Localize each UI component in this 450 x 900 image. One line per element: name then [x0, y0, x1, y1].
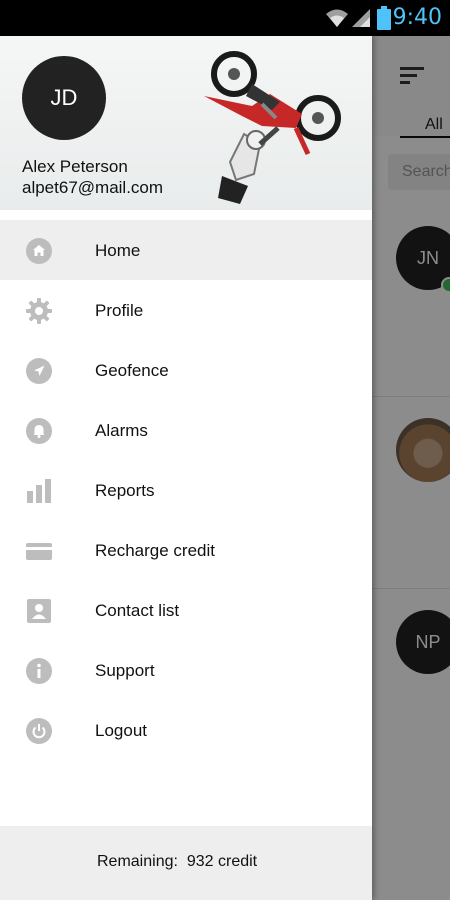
menu-label: Logout	[95, 721, 147, 740]
motocross-rider-image	[204, 51, 341, 204]
bell-icon	[26, 418, 52, 444]
menu-label: Alarms	[95, 421, 148, 440]
credit-amount: 932	[186, 853, 214, 870]
user-name: Alex Peterson	[22, 157, 128, 176]
menu-item-geofence[interactable]: Geofence	[0, 340, 372, 400]
menu-item-profile[interactable]: Profile	[0, 280, 372, 340]
drawer-header: JD Alex Peterson alpet67@mail.com	[0, 36, 372, 210]
info-icon	[26, 658, 52, 684]
menu-item-contact-list[interactable]: Contact list	[0, 580, 372, 640]
menu-label: Recharge credit	[95, 541, 216, 560]
user-email: alpet67@mail.com	[22, 178, 164, 197]
status-bar: 9:40	[0, 0, 450, 36]
menu-label: Contact list	[95, 601, 180, 620]
menu-item-recharge-credit[interactable]: Recharge credit	[0, 520, 372, 580]
credit-footer: Remaining: 932 credit	[0, 826, 372, 900]
menu-item-alarms[interactable]: Alarms	[0, 400, 372, 460]
menu-item-home[interactable]: Home	[0, 220, 372, 280]
power-icon	[26, 718, 52, 744]
menu-item-logout[interactable]: Logout	[0, 700, 372, 760]
battery-icon	[377, 6, 391, 30]
signal-icon	[352, 9, 370, 27]
clock: 9:40	[392, 5, 442, 30]
remaining-label: Remaining:	[97, 853, 178, 870]
credit-unit: credit	[217, 853, 258, 870]
menu-label: Profile	[95, 301, 144, 320]
contact-card-icon	[27, 599, 51, 623]
remaining-credit-text: Remaining: 932 credit	[97, 853, 257, 871]
credit-card-icon	[26, 543, 52, 560]
menu-label: Geofence	[95, 361, 169, 380]
navigation-icon	[26, 358, 52, 384]
user-avatar[interactable]: JD	[22, 56, 106, 140]
wifi-icon	[326, 9, 348, 27]
menu-label: Home	[95, 241, 141, 260]
menu-label: Reports	[95, 481, 155, 500]
home-icon	[26, 238, 52, 264]
drawer-menu: Home Profile Geofence Alarms Reports Rec…	[0, 220, 372, 760]
navigation-drawer: JD Alex Peterson alpet67@mail.com Home P…	[0, 36, 372, 900]
bar-chart-icon	[27, 479, 51, 503]
menu-item-reports[interactable]: Reports	[0, 460, 372, 520]
menu-item-support[interactable]: Support	[0, 640, 372, 700]
menu-label: Support	[95, 661, 155, 680]
gear-icon	[26, 298, 52, 324]
